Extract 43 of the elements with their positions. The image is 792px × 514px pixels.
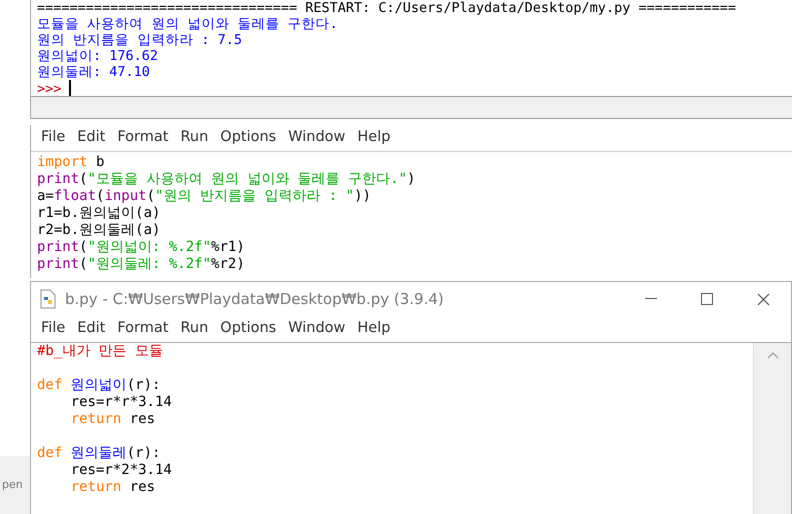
code-line: import b	[37, 154, 104, 170]
code-line: return res	[70, 479, 156, 495]
code-line: r1=b.원의넓이(a)	[37, 205, 160, 221]
menu-item[interactable]: Edit	[71, 316, 112, 342]
menu-item[interactable]: Run	[174, 316, 214, 342]
code-line: print("모듈을 사용하여 원의 넓이와 둘레를 구한다.")	[37, 171, 416, 187]
menu-item[interactable]: File	[35, 125, 72, 151]
menu-item[interactable]: File	[35, 316, 72, 342]
output-line: 원의둘레: 47.10	[37, 64, 150, 80]
menu-item[interactable]: Help	[351, 316, 396, 342]
scroll-up-icon	[766, 351, 778, 359]
menu-item[interactable]: Options	[214, 125, 282, 151]
scrollbar[interactable]	[753, 343, 791, 514]
code-line: print("원의둘레: %.2f"%r2)	[37, 256, 245, 272]
maximize-icon	[701, 293, 713, 305]
window-title: b.py - C:₩Users₩Playdata₩Desktop₩b.py (3.9.4)	[65, 288, 445, 310]
menu-item[interactable]: Format	[111, 316, 174, 342]
menu-item[interactable]: Window	[282, 125, 352, 151]
code-line: print("원의넓이: %.2f"%r1)	[37, 239, 245, 255]
code-line: return res	[70, 411, 156, 427]
menu-item[interactable]: Options	[214, 316, 282, 342]
output-line: 원의넓이: 176.62	[37, 48, 158, 64]
menu-item[interactable]: Window	[282, 316, 352, 342]
code-line: def 원의둘레(r):	[37, 445, 160, 461]
code-line: #b_내가 만든 모듈	[37, 343, 164, 359]
menu-item[interactable]: Format	[111, 125, 174, 151]
output-line: 모듈을 사용하여 원의 넓이와 둘레를 구한다.	[37, 16, 338, 32]
code-line: res=r*2*3.14	[70, 462, 172, 478]
output-line: 원의 반지름을 입력하라 : 7.5	[37, 32, 242, 48]
code-line: a=float(input("원의 반지름을 입력하라 : "))	[37, 188, 371, 204]
shell-prompt: >>>	[37, 81, 62, 97]
code-line: res=r*r*3.14	[70, 394, 172, 410]
minimize-icon	[645, 298, 657, 300]
menu-item[interactable]: Run	[174, 125, 214, 151]
close-icon	[756, 292, 770, 306]
python-file-icon	[39, 289, 57, 309]
desktop-text-fragment: pen	[2, 476, 23, 493]
text-cursor	[69, 80, 72, 96]
code-line: r2=b.원의둘레(a)	[37, 222, 160, 238]
menu-item[interactable]: Edit	[71, 125, 112, 151]
restart-line: ================================ RESTART: C:/Users/Playdata/Desktop/my.py ============	[37, 0, 736, 16]
code-line: def 원의넓이(r):	[37, 377, 160, 393]
menu-item[interactable]: Help	[351, 125, 396, 151]
